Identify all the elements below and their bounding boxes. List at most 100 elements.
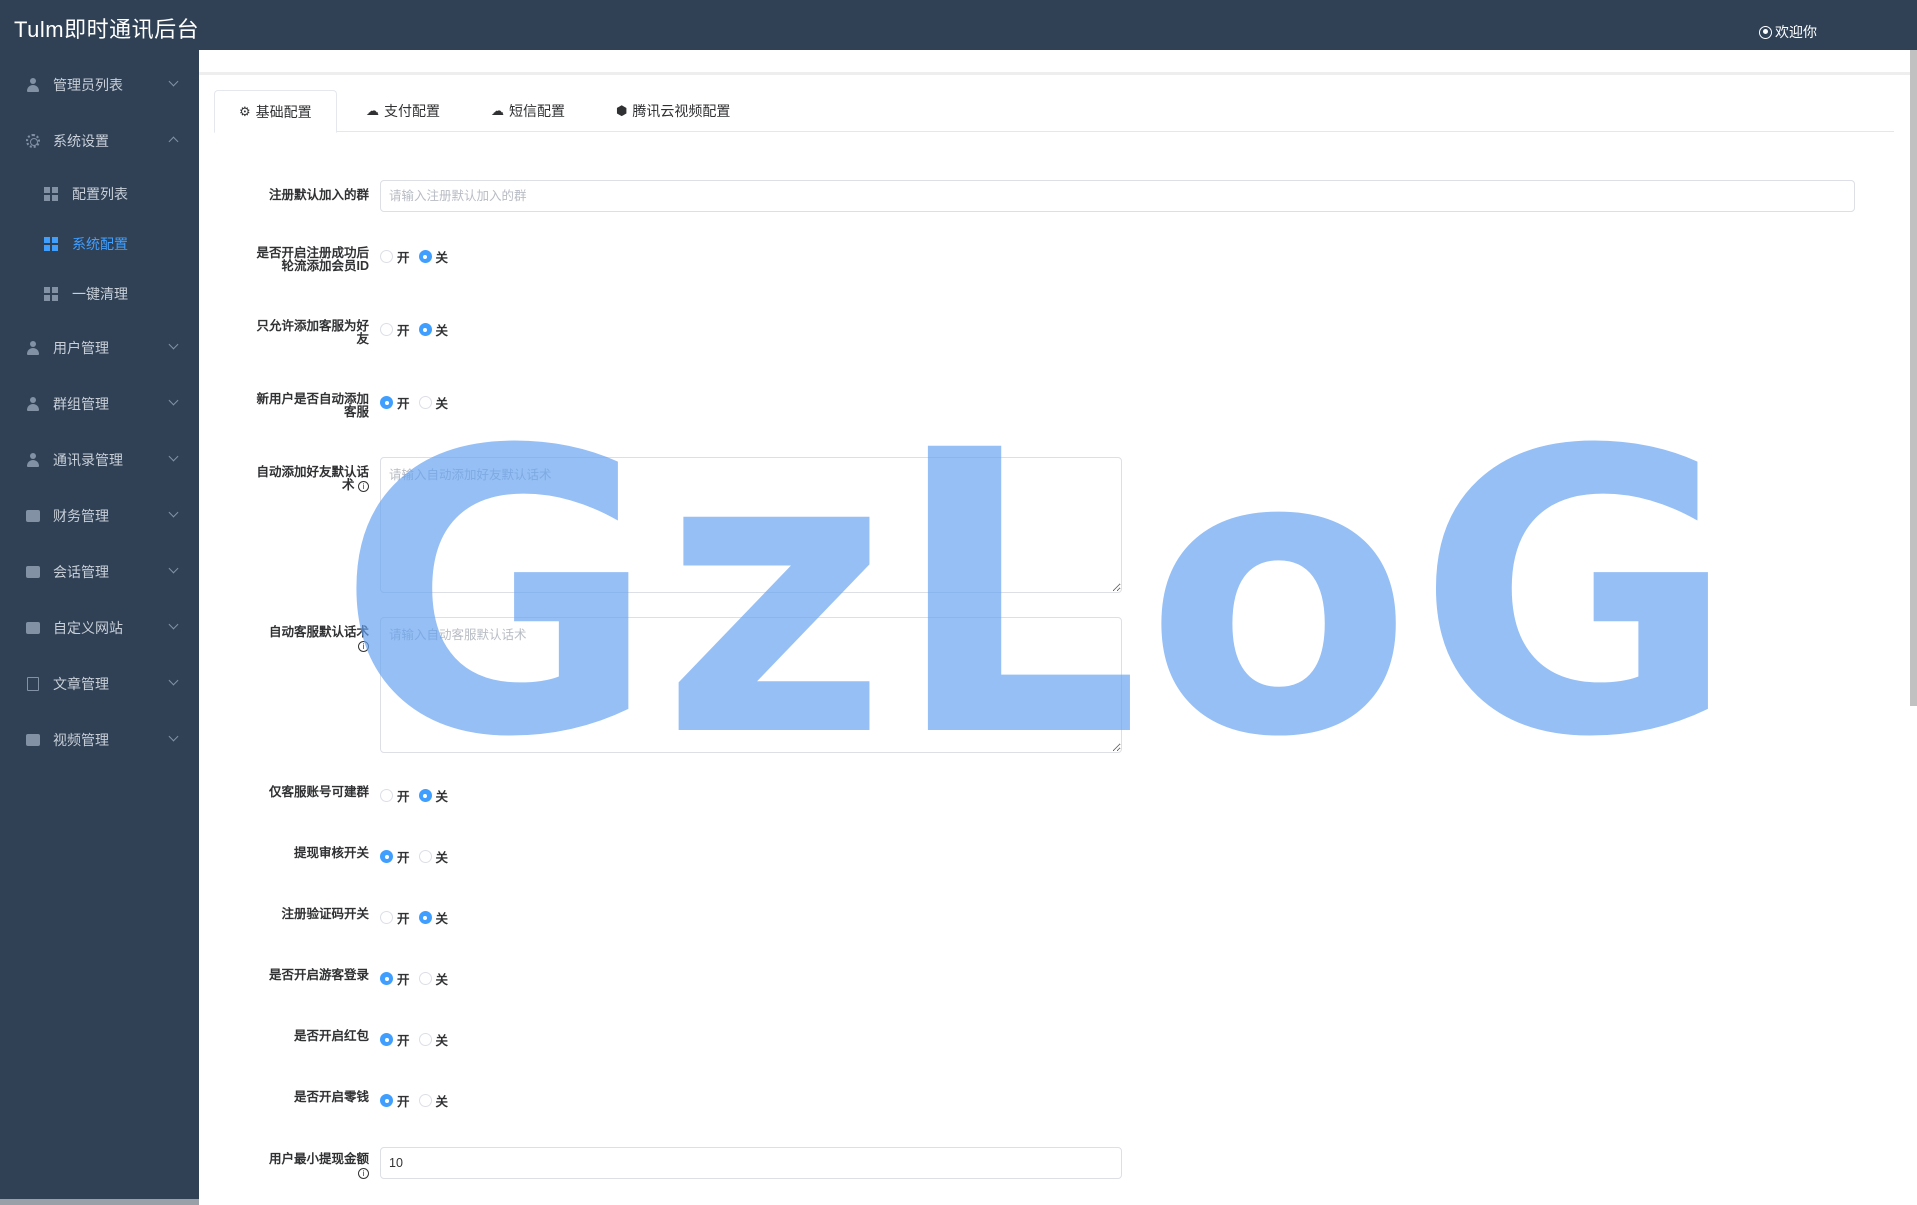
sidebar-item-label: 管理员列表 [53,77,123,93]
radio-on[interactable]: 开 [380,969,410,988]
sidebar-item-contacts-management[interactable]: 通讯录管理 [0,432,199,488]
sidebar-item-article-management[interactable]: 文章管理 [0,656,199,712]
field-label: 只允许添加客服为好友 [256,319,369,346]
field-label: 新用户是否自动添加 客服 [256,392,369,419]
radio-off[interactable]: 关 [418,1030,448,1049]
cloud-upload-icon: ☁ [491,103,504,118]
tab-basic-config[interactable]: ⚙ 基础配置 [214,90,337,133]
sidebar-subitem-label: 一键清理 [72,286,128,302]
gear-icon: ⚙ [239,103,251,119]
wallet-icon [25,509,40,524]
radio-off[interactable]: 关 [418,969,448,988]
default-group-input[interactable] [380,180,1855,212]
chevron-up-icon [168,136,179,147]
sidebar-subitem-label: 配置列表 [72,186,128,202]
sidebar-subitem-system-config[interactable]: 系统配置 [0,219,199,269]
field-label: 自动客服默认话术 i [268,625,369,652]
service-create-group-radio-group: 开 关 [380,786,457,805]
video-icon [25,733,40,748]
chevron-down-icon [168,619,179,630]
document-icon [25,677,40,692]
sidebar-item-user-management[interactable]: 用户管理 [0,320,199,376]
rotate-member-radio-group: 开 关 [380,247,457,266]
sidebar-subitem-config-list[interactable]: 配置列表 [0,169,199,219]
sidebar-item-finance-management[interactable]: 财务管理 [0,488,199,544]
auto-add-service-radio-group: 开 关 [380,393,457,412]
radio-on[interactable]: 开 [380,1091,410,1110]
sidebar-item-admin-list[interactable]: 管理员列表 [0,57,199,113]
sidebar-item-custom-website[interactable]: 自定义网站 [0,600,199,656]
grid-icon [44,237,58,251]
sidebar-item-group-management[interactable]: 群组管理 [0,376,199,432]
user-circle-icon [1759,25,1772,39]
tab-label: 基础配置 [255,103,312,120]
welcome-text: 欢迎你 [1775,24,1817,40]
radio-off[interactable]: 关 [418,847,448,866]
radio-off[interactable]: 关 [418,320,448,339]
vertical-scrollbar[interactable] [1910,50,1917,706]
radio-off[interactable]: 关 [418,1091,448,1110]
change-radio-group: 开 关 [380,1091,457,1110]
radio-on[interactable]: 开 [380,847,410,866]
group-icon [25,397,40,412]
radio-on[interactable]: 开 [380,247,410,266]
cube-icon: ⬢ [616,103,628,118]
sidebar-subitem-one-click-clean[interactable]: 一键清理 [0,269,199,319]
field-label: 是否开启红包 [293,1029,369,1043]
radio-off[interactable]: 关 [418,247,448,266]
tab-sms-config[interactable]: ☁ 短信配置 [467,90,589,132]
person-icon [25,453,40,468]
chat-icon [25,565,40,580]
horizontal-scrollbar[interactable] [0,1199,199,1205]
radio-on[interactable]: 开 [380,786,410,805]
sidebar-subitem-label: 系统配置 [72,236,128,252]
chevron-down-icon [168,731,179,742]
field-label: 自动添加好友默认话术 i [256,465,369,492]
auto-friend-script-textarea[interactable] [380,457,1122,593]
sidebar: 管理员列表 系统设置 配置列表 系统配置 一键清理 用户管理 群组管理 通讯录管… [0,50,199,1205]
person-icon [25,341,40,356]
user-menu[interactable]: 欢迎你 [1759,22,1817,42]
only-service-friend-radio-group: 开 关 [380,320,457,339]
guest-login-radio-group: 开 关 [380,969,457,988]
auto-service-script-textarea[interactable] [380,617,1122,753]
sidebar-item-label: 视频管理 [53,732,109,748]
radio-off[interactable]: 关 [418,393,448,412]
field-label: 仅客服账号可建群 [268,785,369,799]
grid-icon [44,287,58,301]
grid-icon [44,187,58,201]
sidebar-item-session-management[interactable]: 会话管理 [0,544,199,600]
radio-on[interactable]: 开 [380,1030,410,1049]
field-label: 用户最小提现金额 i [268,1152,369,1179]
radio-off[interactable]: 关 [418,786,448,805]
sidebar-item-label: 系统设置 [53,133,109,149]
sidebar-item-video-management[interactable]: 视频管理 [0,712,199,768]
radio-on[interactable]: 开 [380,393,410,412]
person-icon [25,78,40,93]
chevron-down-icon [168,675,179,686]
tab-label: 短信配置 [509,103,565,119]
field-label: 是否开启注册成功后 轮流添加会员ID [256,246,369,273]
radio-on[interactable]: 开 [380,908,410,927]
sidebar-item-label: 用户管理 [53,340,109,356]
sidebar-item-label: 文章管理 [53,676,109,692]
withdraw-review-radio-group: 开 关 [380,847,457,866]
field-label: 注册验证码开关 [281,907,369,921]
tab-payment-config[interactable]: ☁ 支付配置 [342,90,464,132]
chevron-down-icon [168,395,179,406]
tab-tencent-video-config[interactable]: ⬢ 腾讯云视频配置 [592,90,754,132]
radio-on[interactable]: 开 [380,320,410,339]
sidebar-item-system-settings[interactable]: 系统设置 [0,113,199,169]
min-withdraw-input[interactable] [380,1147,1122,1179]
chevron-down-icon [168,76,179,87]
sidebar-item-label: 自定义网站 [53,620,123,636]
app-title: Tulm即时通讯后台 [14,17,200,42]
sidebar-item-label: 会话管理 [53,564,109,580]
register-captcha-radio-group: 开 关 [380,908,457,927]
info-icon: i [358,641,369,652]
radio-off[interactable]: 关 [418,908,448,927]
field-label: 是否开启零钱 [293,1090,369,1104]
field-label: 提现审核开关 [293,846,369,860]
chevron-down-icon [168,563,179,574]
monitor-icon [25,621,40,636]
